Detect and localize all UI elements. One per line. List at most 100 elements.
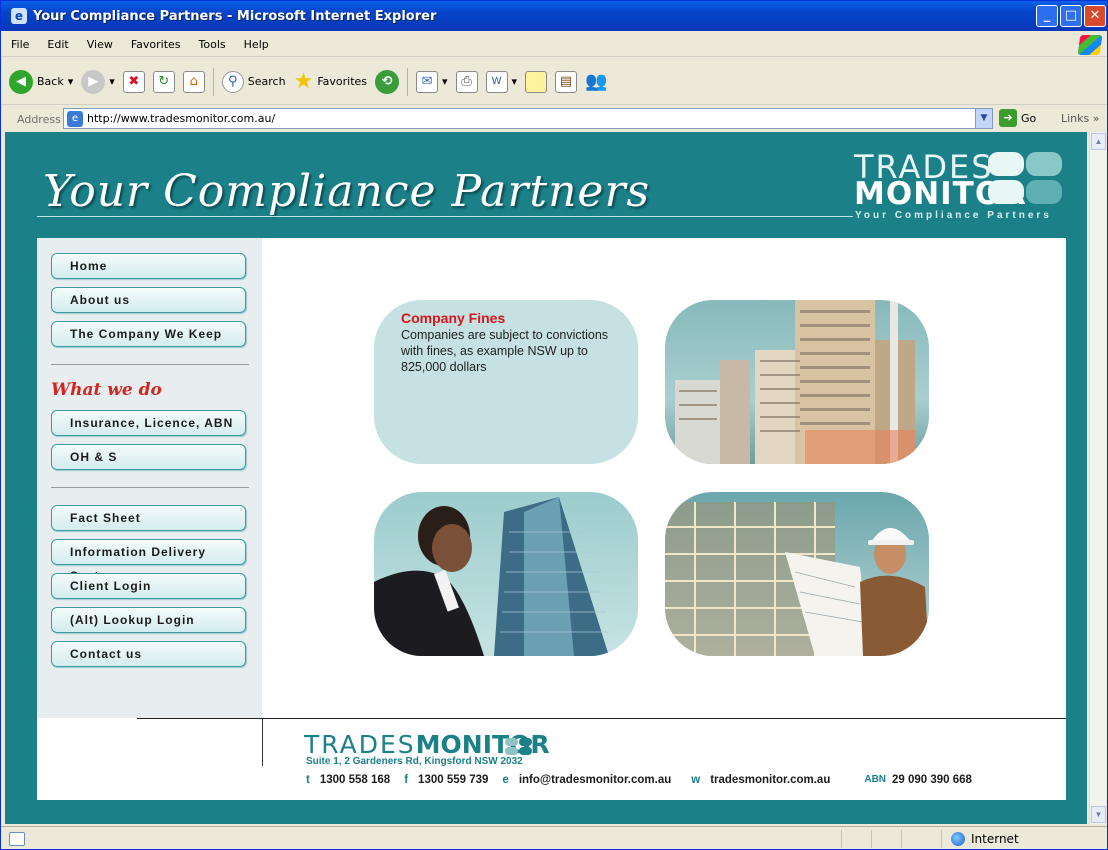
- logo-pill: [1026, 152, 1062, 176]
- nav-fact-sheet[interactable]: Fact Sheet: [51, 505, 246, 531]
- businessman-image[interactable]: [374, 492, 638, 656]
- stop-button[interactable]: ✖: [122, 70, 145, 93]
- address-bar: Address e http://www.tradesmonitor.com.a…: [1, 107, 1107, 131]
- logo-tagline: Your Compliance Partners: [855, 210, 1052, 221]
- content-panel: Home About us The Company We Keep What w…: [37, 238, 1066, 800]
- footer-address: Suite 1, 2 Gardeners Rd, Kingsford NSW 2…: [306, 756, 523, 767]
- search-icon: ⚲: [221, 70, 244, 93]
- menu-help[interactable]: Help: [244, 38, 269, 51]
- discuss-button[interactable]: [525, 70, 548, 93]
- footer-logo-pill: [519, 738, 532, 746]
- mail-icon: ✉: [416, 70, 439, 93]
- menu-tools[interactable]: Tools: [199, 38, 226, 51]
- go-arrow-icon: ➜: [999, 109, 1017, 127]
- menu-file[interactable]: File: [11, 38, 29, 51]
- apartment-buildings-illustration: [675, 300, 915, 464]
- nav-insurance-licence-abn[interactable]: Insurance, Licence, ABN: [51, 410, 246, 436]
- page-viewport: Your Compliance Partners TRADES MONITOR …: [5, 132, 1087, 824]
- toolbar-separator: [212, 67, 214, 96]
- ie-icon: e: [11, 8, 27, 24]
- go-button[interactable]: ➜ Go: [999, 109, 1036, 127]
- forward-arrow-icon: ▶: [81, 69, 106, 94]
- fax-key: f: [404, 774, 409, 786]
- abn-key: ABN: [864, 774, 887, 785]
- nav-alt-lookup-login[interactable]: (Alt) Lookup Login: [51, 607, 246, 633]
- logo-pill: [988, 152, 1024, 176]
- menu-favorites[interactable]: Favorites: [131, 38, 181, 51]
- nav-information-delivery-system[interactable]: Information Delivery System: [51, 539, 246, 583]
- print-button[interactable]: ⎙: [455, 70, 478, 93]
- links-button[interactable]: Links »: [1061, 112, 1100, 125]
- refresh-button[interactable]: ↻: [152, 70, 175, 93]
- abn-value: 29 090 390 668: [892, 774, 972, 786]
- nav-company-we-keep[interactable]: The Company We Keep: [51, 321, 246, 347]
- scroll-up-icon[interactable]: ▲: [1091, 133, 1106, 150]
- window-title: Your Compliance Partners - Microsoft Int…: [33, 8, 437, 24]
- address-url[interactable]: http://www.tradesmonitor.com.au/: [87, 112, 275, 125]
- messenger-button[interactable]: 👥: [585, 71, 607, 92]
- history-icon: ⟲: [375, 69, 400, 94]
- minimize-button[interactable]: _: [1036, 5, 1058, 27]
- status-divider: [901, 830, 902, 848]
- title-bar[interactable]: e Your Compliance Partners - Microsoft I…: [1, 1, 1107, 31]
- mail-dropdown-icon[interactable]: ▾: [442, 75, 448, 88]
- close-button[interactable]: ✕: [1084, 5, 1106, 27]
- home-icon: ⌂: [182, 70, 205, 93]
- security-zone[interactable]: Internet: [951, 832, 1019, 846]
- email-key: e: [502, 774, 509, 786]
- page-status-icon: [9, 832, 25, 846]
- sidebar: Home About us The Company We Keep What w…: [37, 238, 262, 718]
- footer-logo-pill: [505, 747, 518, 755]
- nav-client-login[interactable]: Client Login: [51, 573, 246, 599]
- toolbar-separator: [407, 67, 409, 96]
- businessman-illustration: [374, 497, 609, 656]
- back-arrow-icon: ◀: [9, 69, 33, 94]
- company-fines-tile[interactable]: Company Fines Companies are subject to c…: [374, 300, 638, 464]
- standard-toolbar: ◀ Back ▾ ▶ ▾ ✖ ↻ ⌂ ⚲ Search ★ Favorites …: [1, 59, 1107, 105]
- refresh-icon: ↻: [152, 70, 175, 93]
- what-we-do-heading: What we do: [51, 380, 162, 400]
- note-icon: [525, 70, 548, 93]
- tile-body: Companies are subject to convictions wit…: [401, 328, 609, 374]
- back-dropdown-icon[interactable]: ▾: [68, 75, 74, 88]
- edit-dropdown-icon[interactable]: ▾: [512, 75, 518, 88]
- site-title: Your Compliance Partners: [43, 166, 651, 217]
- web-link[interactable]: tradesmonitor.com.au: [710, 774, 830, 786]
- nav-divider: [51, 364, 249, 365]
- mail-button[interactable]: ✉ ▾: [416, 70, 448, 93]
- nav-home[interactable]: Home: [51, 253, 246, 279]
- apartment-buildings-image[interactable]: [665, 300, 929, 464]
- menu-bar: File Edit View Favorites Tools Help: [1, 33, 1107, 57]
- research-button[interactable]: ▤: [555, 70, 578, 93]
- header-rule: [37, 216, 853, 217]
- favorites-button[interactable]: ★ Favorites: [294, 69, 367, 94]
- globe-icon: [951, 832, 965, 846]
- construction-worker-image[interactable]: [665, 492, 929, 656]
- nav-about-us[interactable]: About us: [51, 287, 246, 313]
- home-button[interactable]: ⌂: [182, 70, 205, 93]
- forward-dropdown-icon[interactable]: ▾: [109, 75, 115, 88]
- email-link[interactable]: info@tradesmonitor.com.au: [519, 774, 671, 786]
- footer-divider: [262, 718, 263, 766]
- nav-ohs[interactable]: OH & S: [51, 444, 246, 470]
- logo-pill: [1026, 180, 1062, 204]
- history-button[interactable]: ⟲: [375, 69, 400, 94]
- page-icon: e: [67, 110, 83, 127]
- search-button[interactable]: ⚲ Search: [221, 70, 286, 93]
- menu-view[interactable]: View: [87, 38, 113, 51]
- status-bar: Internet: [1, 826, 1107, 850]
- forward-button[interactable]: ▶ ▾: [81, 69, 115, 94]
- address-field[interactable]: e http://www.tradesmonitor.com.au/ ▼: [63, 108, 993, 129]
- edit-button[interactable]: W ▾: [485, 70, 518, 93]
- printer-icon: ⎙: [455, 70, 478, 93]
- menu-edit[interactable]: Edit: [47, 38, 68, 51]
- scroll-down-icon[interactable]: ▼: [1091, 806, 1106, 823]
- nav-contact-us[interactable]: Contact us: [51, 641, 246, 667]
- windows-logo-icon: [1077, 35, 1103, 55]
- messenger-icon: 👥: [585, 71, 608, 92]
- back-button[interactable]: ◀ Back ▾: [9, 69, 74, 94]
- vertical-scrollbar[interactable]: ▲ ▼: [1089, 132, 1106, 824]
- maximize-button[interactable]: □: [1060, 5, 1082, 27]
- logo-pill: [988, 180, 1024, 204]
- address-dropdown-icon[interactable]: ▼: [975, 109, 992, 128]
